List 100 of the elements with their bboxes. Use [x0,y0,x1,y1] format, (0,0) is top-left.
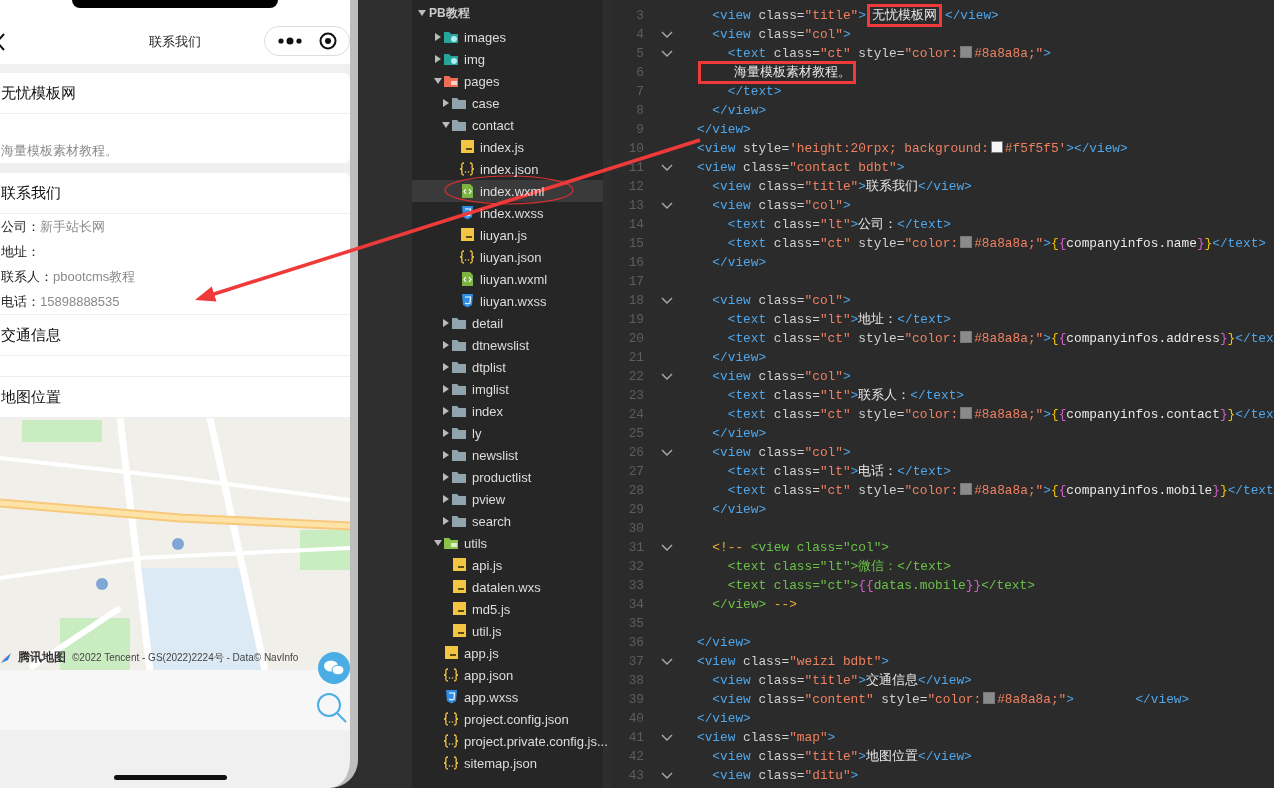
js-file-icon [451,558,467,572]
code-line: </view> [711,255,767,270]
code-line: <text class="ct">{{datas.mobile}}</text> [726,578,1035,593]
tree-item[interactable]: detail [412,312,603,334]
tree-item[interactable]: pages [412,70,603,92]
fold-caret-icon[interactable] [661,163,673,172]
code-line: <text class="ct" style="color: #8a8a8a;">{{companyinfos.mobile}}</text [726,483,1274,498]
tree-item[interactable]: imglist [412,378,603,400]
caret-icon[interactable] [442,451,449,459]
folder-icon [451,470,467,484]
tree-item[interactable]: dtnewslist [412,334,603,356]
code-line: <view class="map"> [697,730,836,745]
tree-item[interactable]: index.json [412,158,603,180]
caret-icon[interactable] [433,78,442,84]
fold-caret-icon[interactable] [661,543,673,552]
folder-icon [451,316,467,330]
fold-caret-icon[interactable] [661,771,673,780]
fold-caret-icon[interactable] [661,372,673,381]
tree-item[interactable]: project.config.json [412,708,603,730]
fold-caret-icon[interactable] [661,49,673,58]
caret-icon[interactable] [434,33,441,41]
caret-icon[interactable] [442,341,449,349]
field-label: 公司： [1,217,40,236]
field-label: 联系人： [1,267,53,286]
caret-icon[interactable] [442,407,449,415]
tree-item[interactable]: app.wxss [412,686,603,708]
tree-item[interactable]: liuyan.wxss [412,290,603,312]
tree-item[interactable]: app.js [412,642,603,664]
tree-item[interactable]: dtplist [412,356,603,378]
tree-item[interactable]: liuyan.json [412,246,603,268]
tree-item[interactable]: ly [412,422,603,444]
tree-item[interactable]: contact [412,114,603,136]
caret-icon[interactable] [442,385,449,393]
tree-item[interactable]: pview [412,488,603,510]
section-title: 无忧模板网 [1,83,76,103]
caret-icon[interactable] [442,363,449,371]
caret-icon[interactable] [442,473,449,481]
fold-caret-icon[interactable] [661,296,673,305]
code-line: <view class="title"> [711,8,866,23]
tree-item[interactable]: datalen.wxs [412,576,603,598]
tree-item[interactable]: api.js [412,554,603,576]
js-file-icon [451,624,467,638]
tree-item[interactable]: utils [412,532,603,554]
tree-item[interactable]: images [412,26,603,48]
code-line: </view> [711,103,767,118]
fold-caret-icon[interactable] [661,30,673,39]
folder-icon [451,338,467,352]
code-line: <view class="contact bdbt"> [697,160,905,175]
project-title[interactable]: PB教程 [429,4,470,22]
code-line: <text class="lt">电话：</text> [726,463,952,480]
image-folder-icon [443,52,459,66]
caret-icon[interactable] [433,540,442,546]
section-title: 联系我们 [1,183,61,203]
css-file-icon [443,690,459,704]
tree-item[interactable]: liuyan.wxml [412,268,603,290]
caret-icon[interactable] [442,429,449,437]
js-file-icon [451,602,467,616]
fold-caret-icon[interactable] [661,448,673,457]
code-line: <text class="lt">微信：</text> [726,558,952,575]
field-value: 新手站长网 [40,217,105,236]
section-title: 地图位置 [1,387,61,407]
code-line: 无忧模板网 [872,8,937,23]
code-line: </view> [697,711,751,726]
tree-item[interactable]: index.js [412,136,603,158]
tree-item[interactable]: case [412,92,603,114]
tree-item[interactable]: liuyan.js [412,224,603,246]
tree-item[interactable]: util.js [412,620,603,642]
folder-icon [443,74,459,88]
folder-icon [451,426,467,440]
code-line: </text> [726,84,782,99]
caret-icon[interactable] [442,319,449,327]
tree-item[interactable]: app.json [412,664,603,686]
caret-icon[interactable] [442,495,449,503]
code-line: <view class="col"> [711,369,851,384]
caret-icon[interactable] [434,55,441,63]
caret-icon[interactable] [442,99,449,107]
tree-item[interactable]: md5.js [412,598,603,620]
tree-item[interactable]: img [412,48,603,70]
folder-icon [451,404,467,418]
code-line: </view> --> [711,597,797,612]
code-line: </view> [697,122,751,137]
fold-caret-icon[interactable] [661,733,673,742]
tree-item[interactable]: newslist [412,444,603,466]
tree-item[interactable]: productlist [412,466,603,488]
code-line: <text class="ct" style="color: #8a8a8a;">{{companyinfos.contact}}</tex [726,407,1274,422]
js-file-icon [459,140,475,154]
more-icon[interactable] [277,37,303,45]
compass-icon [0,651,12,664]
fold-caret-icon[interactable] [661,657,673,666]
caret-icon[interactable] [442,517,449,525]
caret-icon[interactable] [441,122,450,128]
fold-caret-icon[interactable] [661,201,673,210]
code-line: </view> [711,502,767,517]
tree-item[interactable]: index [412,400,603,422]
tree-item[interactable]: search [412,510,603,532]
tree-item[interactable]: sitemap.json [412,752,603,774]
js-file-icon [451,580,467,594]
capsule-menu[interactable] [264,26,350,56]
caret-icon[interactable] [418,10,426,16]
braces-icon [443,734,459,748]
